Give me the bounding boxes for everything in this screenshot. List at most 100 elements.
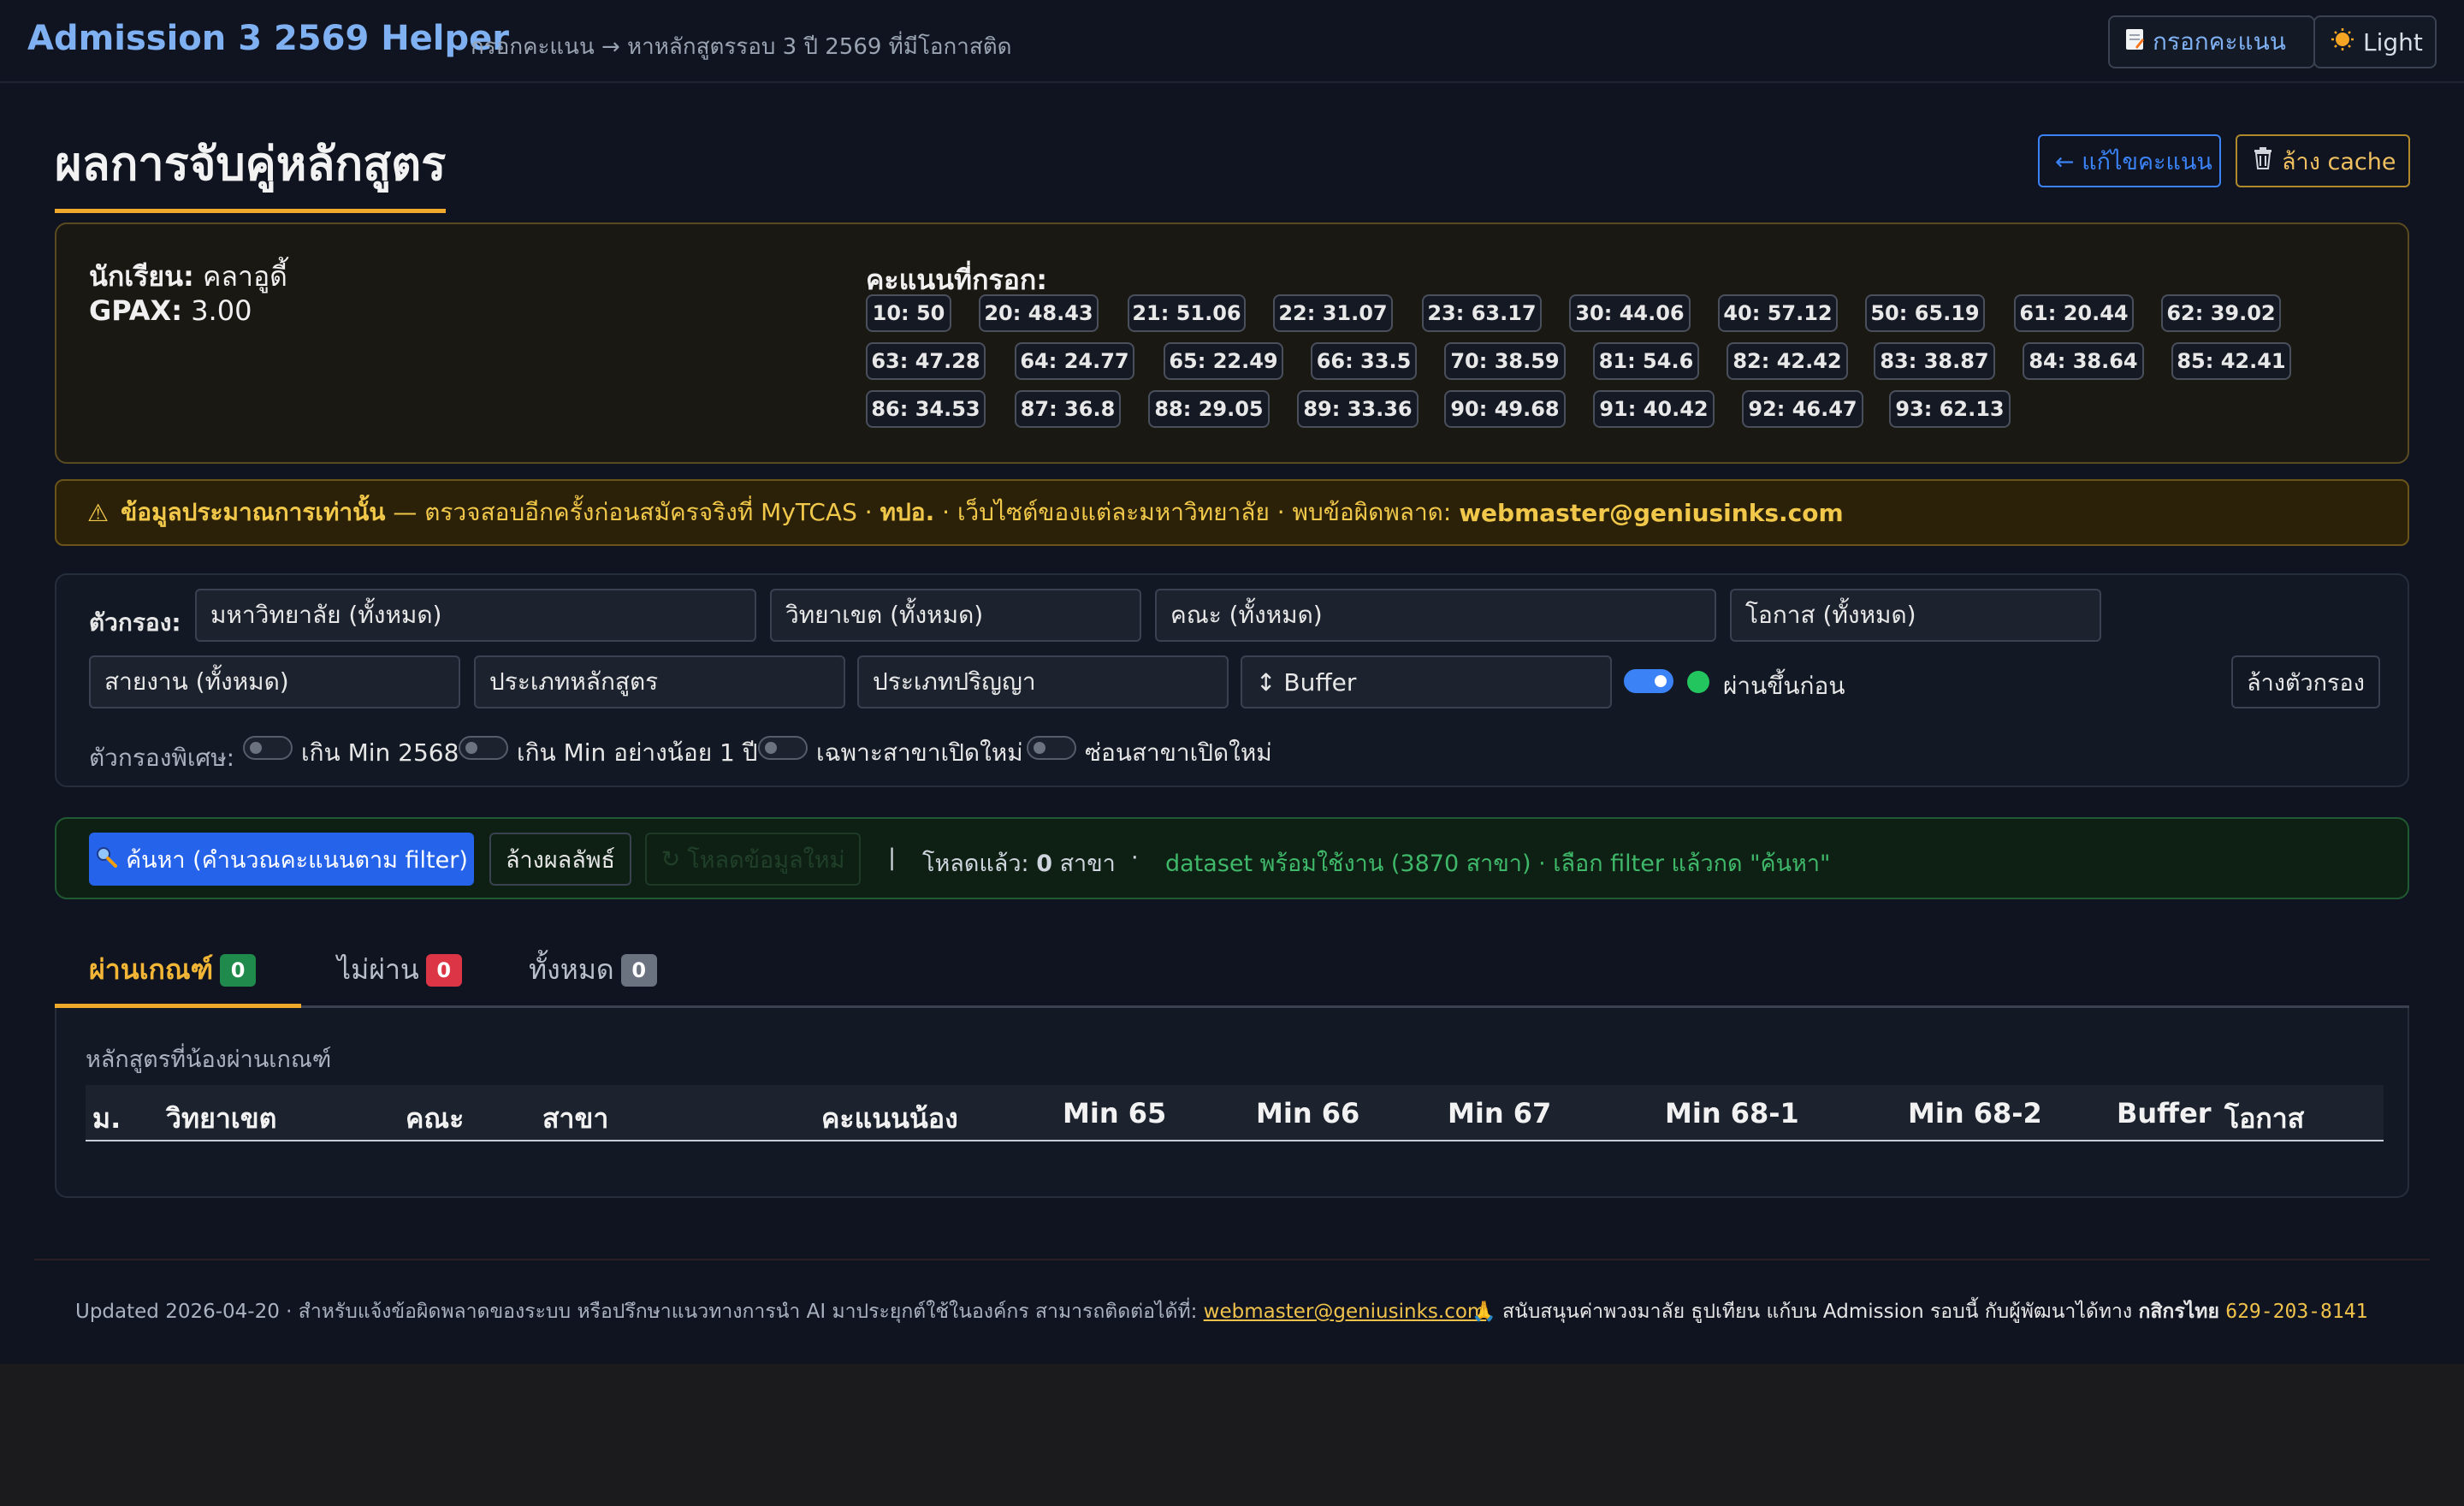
edit-scores-button[interactable]: ← แก้ไขคะแนน bbox=[2038, 134, 2221, 187]
special-filter-toggle[interactable] bbox=[459, 736, 508, 760]
enter-scores-button[interactable]: กรอกคะแนน bbox=[2108, 15, 2315, 68]
filter-panel: ตัวกรอง: มหาวิทยาลัย (ทั้งหมด) วิทยาเขต … bbox=[55, 573, 2409, 787]
tab-failed[interactable]: ไม่ผ่าน 0 bbox=[337, 948, 462, 992]
student-info-panel: นักเรียน: คลาอูดี้ GPAX: 3.00 คะแนนที่กร… bbox=[55, 222, 2409, 464]
stream-select[interactable]: สายงาน (ทั้งหมด) bbox=[89, 655, 460, 709]
score-chip: 70: 38.59 bbox=[1444, 342, 1566, 380]
student-name: คลาอูดี้ bbox=[202, 260, 287, 293]
footer-right: 🙏 สนับสนุนค่าพวงมาลัย ธูปเทียน แก้บน Adm… bbox=[1472, 1296, 2367, 1327]
results-panel: หลักสูตรที่น้องผ่านเกณฑ์ ม. วิทยาเขต คณะ… bbox=[55, 1008, 2409, 1198]
loaded-unit: สาขา bbox=[1059, 851, 1116, 877]
degree-type-select[interactable]: ประเภทปริญญา bbox=[857, 655, 1229, 709]
score-chip: 91: 40.42 bbox=[1593, 390, 1715, 428]
tab-passed[interactable]: ผ่านเกณฑ์ 0 bbox=[89, 948, 257, 992]
clear-results-button[interactable]: ล้างผลลัพธ์ bbox=[489, 833, 631, 886]
score-chip: 63: 47.28 bbox=[866, 342, 986, 380]
column-header[interactable]: ม. bbox=[92, 1097, 121, 1141]
theme-label: Light bbox=[2363, 27, 2423, 56]
separator: | bbox=[888, 845, 897, 871]
score-chip: 84: 38.64 bbox=[2023, 342, 2144, 380]
pass-first-toggle[interactable] bbox=[1624, 669, 1673, 693]
column-header[interactable]: คะแนนน้อง bbox=[821, 1097, 958, 1141]
column-header[interactable]: Min 67 bbox=[1448, 1097, 1551, 1130]
gpax-row: GPAX: 3.00 bbox=[89, 294, 252, 327]
loaded-label: โหลดแล้ว: bbox=[922, 851, 1029, 877]
score-chip: 88: 29.05 bbox=[1148, 390, 1270, 428]
results-table-header: ม. วิทยาเขต คณะ สาขา คะแนนน้อง Min 65 Mi… bbox=[86, 1085, 2384, 1141]
reload-data-button[interactable]: ↻ โหลดข้อมูลใหม่ bbox=[645, 833, 861, 886]
university-select[interactable]: มหาวิทยาลัย (ทั้งหมด) bbox=[195, 589, 756, 642]
tab-failed-label: ไม่ผ่าน bbox=[337, 953, 419, 986]
app-root: Admission 3 2569 Helper กรอกคะแนน → หาหล… bbox=[0, 0, 2464, 1364]
estimate-warning-banner: ⚠ ข้อมูลประมาณการเท่านั้น — ตรวจสอบอีกคร… bbox=[55, 479, 2409, 546]
score-chip: 82: 42.42 bbox=[1727, 342, 1848, 380]
enter-scores-label: กรอกคะแนน bbox=[2153, 27, 2286, 56]
score-chip: 65: 22.49 bbox=[1164, 342, 1283, 380]
special-filter-label-1: เกิน Min 2568 bbox=[301, 738, 459, 767]
program-type-select[interactable]: ประเภทหลักสูตร bbox=[474, 655, 845, 709]
clear-filters-button[interactable]: ล้างตัวกรอง bbox=[2231, 655, 2380, 709]
score-chip: 81: 54.6 bbox=[1593, 342, 1699, 380]
tab-passed-label: ผ่านเกณฑ์ bbox=[89, 953, 214, 986]
search-button-label: ค้นหา (คำนวณคะแนนตาม filter) bbox=[126, 846, 468, 874]
column-header[interactable]: Min 65 bbox=[1063, 1097, 1166, 1130]
student-name-label: นักเรียน: bbox=[89, 260, 194, 293]
score-chip: 62: 39.02 bbox=[2161, 294, 2281, 332]
campus-select[interactable]: วิทยาเขต (ทั้งหมด) bbox=[770, 589, 1141, 642]
special-filter-toggle[interactable] bbox=[243, 736, 293, 760]
score-chip: 61: 20.44 bbox=[2014, 294, 2134, 332]
footer-right-text: สนับสนุนค่าพวงมาลัย ธูปเทียน แก้บน Admis… bbox=[1496, 1301, 2139, 1323]
dataset-status: dataset พร้อมใช้งาน (3870 สาขา) · เลือก … bbox=[1165, 851, 1831, 877]
brand-title[interactable]: Admission 3 2569 Helper bbox=[27, 19, 509, 58]
column-header[interactable]: Buffer bbox=[2117, 1097, 2212, 1130]
column-header[interactable]: วิทยาเขต bbox=[166, 1097, 276, 1141]
special-filter-label-3: เฉพาะสาขาเปิดใหม่ bbox=[816, 738, 1023, 767]
refresh-icon: ↻ bbox=[660, 845, 681, 873]
warning-text-a: — ตรวจสอบอีกครั้งก่อนสมัครจริงที่ MyTCAS… bbox=[385, 498, 880, 526]
warning-strong: ข้อมูลประมาณการเท่านั้น bbox=[121, 498, 386, 526]
search-action-bar: ค้นหา (คำนวณคะแนนตาม filter) ล้างผลลัพธ์… bbox=[55, 817, 2409, 899]
column-header[interactable]: คณะ bbox=[406, 1097, 464, 1141]
warning-email-link[interactable]: webmaster@geniusinks.com bbox=[1459, 499, 1843, 527]
loaded-status: โหลดแล้ว: 0 สาขา bbox=[922, 845, 1116, 881]
count-badge: 0 bbox=[425, 953, 462, 987]
pray-icon: 🙏 bbox=[1472, 1301, 1496, 1323]
search-button[interactable]: ค้นหา (คำนวณคะแนนตาม filter) bbox=[89, 833, 474, 886]
bank-name: กสิกรไทย bbox=[2138, 1301, 2219, 1323]
faculty-select[interactable]: คณะ (ทั้งหมด) bbox=[1155, 589, 1716, 642]
special-filter-label-4: ซ่อนสาขาเปิดใหม่ bbox=[1085, 738, 1272, 767]
column-header[interactable]: Min 66 bbox=[1256, 1097, 1359, 1130]
score-chip: 92: 46.47 bbox=[1742, 390, 1863, 428]
gpax-value: 3.00 bbox=[191, 294, 252, 327]
column-header[interactable]: โอกาส bbox=[2224, 1097, 2304, 1141]
bank-account[interactable]: 629-203-8141 bbox=[2225, 1301, 2367, 1323]
special-filter-label: ตัวกรองพิเศษ: bbox=[89, 744, 235, 772]
score-chip: 90: 49.68 bbox=[1444, 390, 1566, 428]
special-filter-toggle[interactable] bbox=[1027, 736, 1076, 760]
pass-status-dot bbox=[1687, 671, 1709, 693]
pass-first-label: ผ่านขึ้นก่อน bbox=[1723, 672, 1845, 700]
warning-icon: ⚠ bbox=[87, 498, 110, 527]
special-filter-toggle[interactable] bbox=[758, 736, 808, 760]
footer-email-link[interactable]: webmaster@geniusinks.com bbox=[1204, 1301, 1487, 1323]
column-header[interactable]: สาขา bbox=[542, 1097, 608, 1141]
filter-label: ตัวกรอง: bbox=[89, 608, 181, 637]
column-header[interactable]: Min 68-2 bbox=[1908, 1097, 2042, 1130]
special-filter-label-2: เกิน Min อย่างน้อย 1 ปี bbox=[517, 738, 758, 767]
buffer-sort-select[interactable]: ↕ Buffer bbox=[1241, 655, 1612, 709]
column-header[interactable]: Min 68-1 bbox=[1665, 1097, 1799, 1130]
separator-dot: · bbox=[1131, 845, 1139, 871]
tab-all[interactable]: ทั้งหมด 0 bbox=[529, 948, 657, 992]
clear-cache-button[interactable]: ล้าง cache bbox=[2236, 134, 2410, 187]
reload-data-label: โหลดข้อมูลใหม่ bbox=[687, 846, 845, 874]
score-chip: 30: 44.06 bbox=[1569, 294, 1691, 332]
count-badge: 0 bbox=[620, 953, 657, 987]
chance-select[interactable]: โอกาส (ทั้งหมด) bbox=[1730, 589, 2101, 642]
top-bar: Admission 3 2569 Helper กรอกคะแนน → หาหล… bbox=[0, 0, 2464, 83]
page-title: ผลการจับคู่หลักสูตร bbox=[55, 127, 447, 213]
score-chip: 20: 48.43 bbox=[979, 294, 1099, 332]
theme-toggle-button[interactable]: Light bbox=[2313, 15, 2437, 68]
results-caption: หลักสูตรที่น้องผ่านเกณฑ์ bbox=[86, 1046, 332, 1073]
score-chip: 64: 24.77 bbox=[1015, 342, 1134, 380]
score-chip: 86: 34.53 bbox=[866, 390, 986, 428]
